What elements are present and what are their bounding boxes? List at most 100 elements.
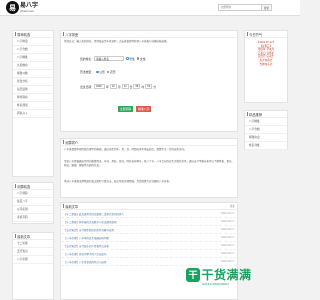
sidebar-item[interactable]: 每日运势	[13, 86, 53, 94]
article-date: 2024-10-17	[221, 244, 234, 247]
recommend-item[interactable]: 八字合婚	[245, 126, 287, 134]
intro-title: 测算简介	[61, 139, 237, 146]
year-select[interactable]: 2000	[94, 84, 105, 89]
hour-select[interactable]: 08	[133, 84, 141, 89]
sidebar-item[interactable]: 五行知识	[13, 248, 53, 256]
article-date: 2024-10-17	[221, 260, 234, 263]
article-title[interactable]: 【五行知识】五行缺水的人性格特点分析	[64, 244, 109, 248]
site-header: 易 易八字 yibazi.com 搜索	[0, 0, 300, 16]
sidebar-fortune-panel: 算命精选 八字排盘 八字合婚 八字精批 九星推命 紫微斗数 星盘分析 每日运势 称骨算命 姓名测…	[12, 30, 54, 177]
male-radio[interactable]	[126, 57, 129, 60]
recommend-list: 八字精批 八字合婚 紫微命盘 姓名详批	[245, 118, 287, 150]
year-unit: 年	[106, 84, 109, 89]
calendar-row: 历法类型： 公历 农历	[80, 70, 116, 74]
recent-more-link[interactable]: 更多	[230, 204, 235, 208]
sidebar-item[interactable]: 九星推命	[13, 62, 53, 70]
article-title[interactable]: 【十二星座】射手座的幸运数字与幸运颜色指南	[64, 220, 117, 224]
article-row[interactable]: 【八字命理】八字正官格的特点与运势 2024-10-17	[61, 258, 237, 266]
intro-p1: 八字排盘是中国传统命理学的基础，通过出生的年、月、日、时四柱天干地支组合，推算命…	[64, 148, 187, 151]
solar-radio[interactable]	[96, 70, 99, 74]
article-date: 2024-10-17	[221, 252, 234, 255]
fine-bazi-button[interactable]: 精准八字	[136, 106, 152, 112]
article-date: 2024-10-17	[221, 236, 234, 239]
sidebar-item[interactable]: 姓名测试	[13, 102, 53, 110]
sidebar-item[interactable]: 八字命理	[13, 256, 53, 264]
sidebar-list: 八字测算 生辰八字 公司名测 手机号码	[13, 190, 53, 222]
calendar-label: 历法类型：	[80, 70, 94, 74]
search-button[interactable]: 搜索	[262, 4, 272, 11]
article-date: 2024-10-17	[221, 220, 234, 223]
submit-button[interactable]: 立即测算	[118, 106, 134, 112]
recommend-item[interactable]: 八字精批	[245, 118, 287, 126]
sidebar-item[interactable]: 紫微斗数	[13, 70, 53, 78]
sidebar-item[interactable]: 星盘分析	[13, 78, 53, 86]
today-panel: 今日节气 【2024-07-17】 【星期三】 甲辰年 辛未月 乙亥日 宜祭祀 宜出行 …	[244, 30, 288, 103]
month-select[interactable]: 10	[109, 84, 117, 89]
search-bar: 搜索	[218, 4, 272, 11]
intro-panel: 测算简介	[60, 138, 238, 198]
birth-row: 出生日期： 2000 年 10 月 12 日 08 时 00 分	[80, 84, 157, 89]
lunar-label: 农历	[109, 70, 116, 74]
article-title[interactable]: 【八字命理】日柱为甲子的人命运如何	[64, 252, 107, 256]
birth-label: 出生日期：	[80, 84, 94, 89]
logo-title: 易八字	[20, 2, 39, 9]
month-unit: 月	[117, 84, 121, 89]
tool-title: 八字排盘	[61, 31, 237, 38]
article-title[interactable]: 【十二星座】处女座男生的恋爱观：追求完美的好男人	[64, 212, 124, 216]
solar-label: 公历	[99, 70, 105, 74]
sidebar-item[interactable]: 八字排盘	[13, 38, 53, 46]
article-date: 2024-10-17	[221, 228, 234, 231]
hour-unit: 时	[141, 84, 145, 89]
sidebar-title: 算命精选	[13, 31, 53, 38]
sidebar-title: 最新文章	[13, 233, 53, 240]
article-row[interactable]: 【五行知识】五行相生相克的关系详解与应用 2024-10-17	[61, 226, 237, 234]
watermark-icon: 干	[186, 267, 200, 282]
watermark-logo: 干 干货满满 GANHUOMANMAN	[186, 266, 252, 286]
sidebar-item[interactable]: 称骨算命	[13, 94, 53, 102]
sidebar-item[interactable]: 八字合婚	[13, 46, 53, 54]
recommend-title: 精品推荐	[245, 111, 287, 118]
sidebar-calc-panel: 测算精选 八字测算 生辰八字 公司名测 手机号码	[12, 182, 54, 224]
female-label: 女性	[139, 56, 146, 61]
recent-title: 最新文章 更多	[61, 203, 237, 210]
article-title[interactable]: 【八字命理】八字中的日主强弱如何判断	[64, 236, 109, 240]
sidebar-item[interactable]: 生辰八字	[13, 198, 53, 206]
tool-description: 测试方法：输入您的姓名、性别及出生年月日时，点击排盘即可获得八字排盘与详细分析结…	[64, 40, 170, 43]
recent-list: 【十二星座】处女座男生的恋爱观：追求完美的好男人 2024-10-17 【十二星座】…	[61, 210, 237, 266]
name-input[interactable]: 请输入姓名	[94, 56, 124, 61]
sidebar-item[interactable]: 八字测算	[13, 190, 53, 198]
article-row[interactable]: 【十二星座】射手座的幸运数字与幸运颜色指南 2024-10-17	[61, 218, 237, 226]
logo-subtitle: yibazi.com	[20, 8, 35, 13]
sidebar-list: 八字排盘 八字合婚 八字精批 九星推命 紫微斗数 星盘分析 每日运势 称骨算命 姓名测试 周易占卜	[13, 38, 53, 118]
sidebar-title: 测算精选	[13, 183, 53, 190]
sidebar-item[interactable]: 八字精批	[13, 54, 53, 62]
name-row: 您的姓名： 请输入姓名 男性 女性	[80, 56, 146, 61]
recommend-item[interactable]: 紫微命盘	[245, 134, 287, 142]
sidebar-item[interactable]: 周易占卜	[13, 110, 53, 118]
today-info: 【2024-07-17】 【星期三】 甲辰年 辛未月 乙亥日 宜祭祀 宜出行 忌动土 太岁…	[245, 38, 287, 66]
sidebar-item[interactable]: 公司名测	[13, 206, 53, 214]
article-title[interactable]: 【五行知识】五行相生相克的关系详解与应用	[64, 228, 114, 232]
article-row[interactable]: 【八字命理】八字中的日主强弱如何判断 2024-10-17	[61, 234, 237, 242]
article-title[interactable]: 【八字命理】八字正官格的特点与运势	[64, 260, 107, 264]
female-radio[interactable]	[136, 57, 140, 60]
bazi-tool-panel: 八字排盘	[60, 30, 238, 132]
male-label: 男性	[129, 56, 135, 61]
sidebar-item[interactable]: 手机号码	[13, 214, 53, 222]
day-select[interactable]: 12	[121, 84, 129, 89]
name-label: 您的姓名：	[80, 56, 94, 61]
today-title: 今日节气	[245, 31, 287, 38]
sidebar-list: 十二星座 五行知识 八字命理	[13, 240, 53, 264]
day-unit: 日	[129, 84, 133, 89]
article-row[interactable]: 【八字命理】日柱为甲子的人命运如何 2024-10-17	[61, 250, 237, 258]
article-row[interactable]: 【十二星座】处女座男生的恋爱观：追求完美的好男人 2024-10-17	[61, 210, 237, 218]
intro-p3: 本站八字排盘采用精准的真太阳时计算方法，结合传统命理经典，为您提供专业详细的八字…	[64, 180, 172, 183]
watermark-text: 干货满满	[201, 268, 252, 282]
minute-select[interactable]: 00	[145, 84, 153, 89]
search-input[interactable]	[218, 4, 262, 11]
sidebar-item[interactable]: 十二星座	[13, 240, 53, 248]
site-logo[interactable]: 易 易八字 yibazi.com	[6, 1, 38, 14]
recommend-item[interactable]: 姓名详批	[245, 142, 287, 150]
lunar-radio[interactable]	[106, 70, 110, 74]
article-row[interactable]: 【五行知识】五行缺水的人性格特点分析 2024-10-17	[61, 242, 237, 250]
